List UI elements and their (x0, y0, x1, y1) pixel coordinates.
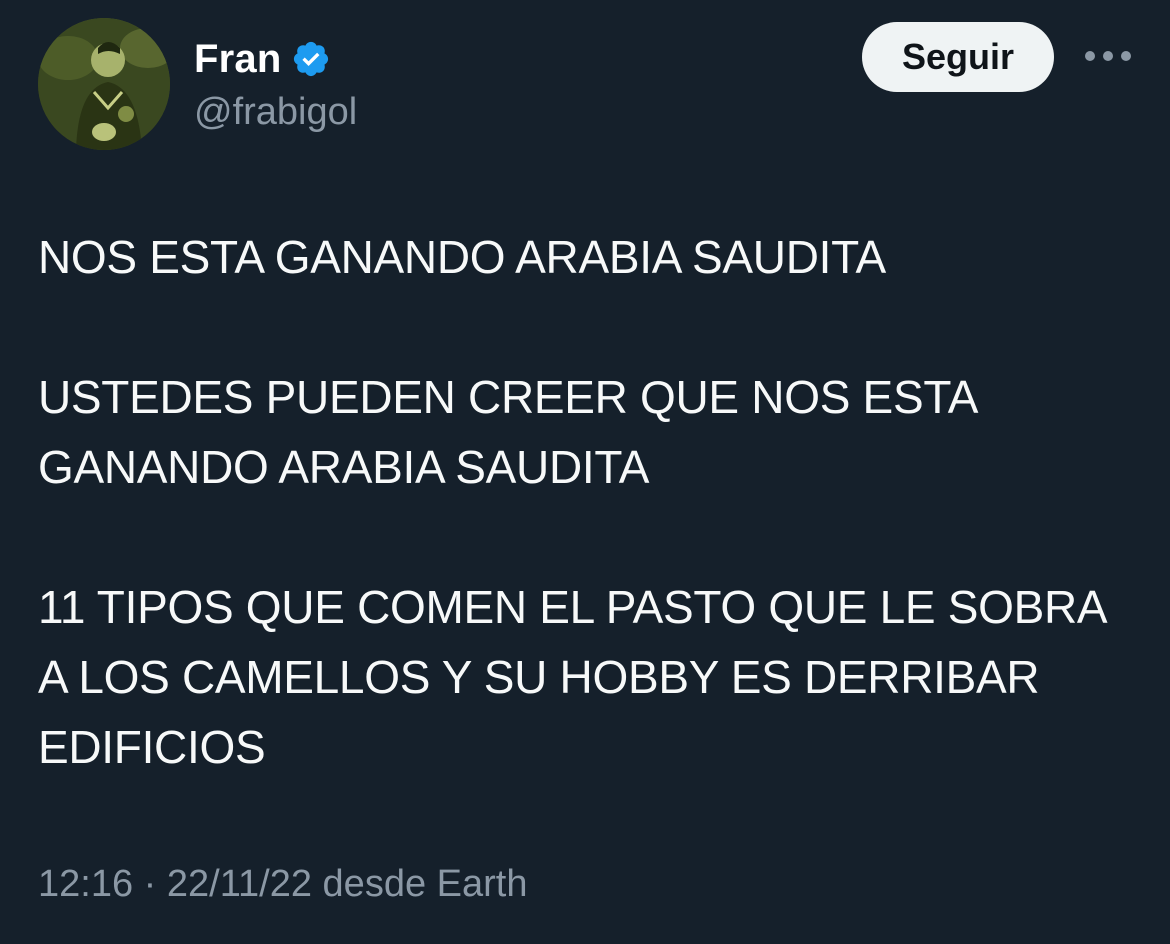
tweet-source: desde Earth (322, 863, 528, 905)
author-handle[interactable]: @frabigol (194, 88, 357, 136)
avatar[interactable] (38, 18, 170, 150)
tweet-metadata: 12:16 · 22/11/22 desde Earth (38, 858, 527, 910)
tweet-time[interactable]: 12:16 (38, 863, 133, 905)
verified-badge-icon (294, 41, 329, 77)
meta-separator: · (143, 863, 157, 905)
tweet-paragraph: USTEDES PUEDEN CREER QUE NOS ESTA GANAND… (38, 371, 976, 493)
tweet-card: Fran @frabigol Seguir NOS ESTA GANANDO A… (0, 0, 1170, 944)
tweet-paragraph: NOS ESTA GANANDO ARABIA SAUDITA (38, 231, 886, 283)
author-name-row: Fran (194, 34, 331, 84)
tweet-paragraph: 11 TIPOS QUE COMEN EL PASTO QUE LE SOBRA… (38, 581, 1105, 773)
author-display-name[interactable]: Fran (194, 35, 281, 83)
avatar-photo (38, 18, 170, 150)
tweet-date[interactable]: 22/11/22 (167, 863, 312, 905)
follow-button[interactable]: Seguir (862, 22, 1054, 92)
more-options-button[interactable] (1080, 36, 1136, 76)
tweet-text: NOS ESTA GANANDO ARABIA SAUDITA USTEDES … (38, 222, 1138, 782)
more-options-icon (1085, 51, 1131, 61)
